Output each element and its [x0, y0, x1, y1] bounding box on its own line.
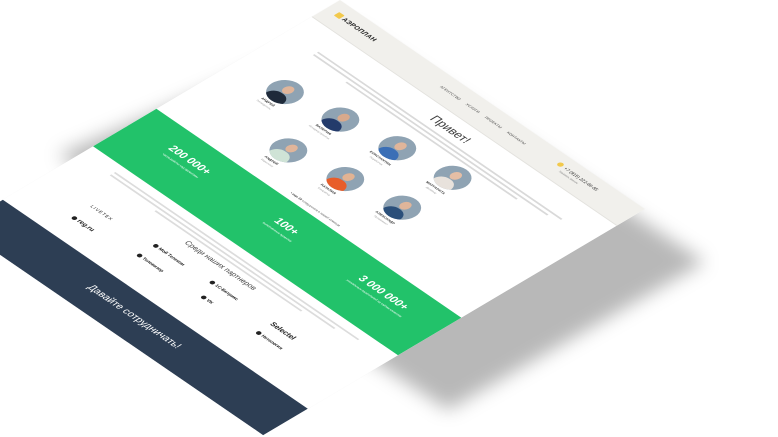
nav-agency[interactable]: АГЕНТСТВО	[439, 85, 462, 101]
logo-text: АЭРОПЛАН	[339, 17, 378, 43]
stat-value: 200 000+	[165, 143, 215, 177]
nav-contacts[interactable]: КОНТАКТЫ	[506, 131, 528, 146]
partner-logo[interactable]: Телевизор	[135, 253, 165, 273]
partner-logo-text: Нетология	[259, 334, 284, 351]
team-member[interactable]: ВАЛЕРИЯ Менеджер проектов	[297, 97, 375, 147]
team-caption-count: • еще 10	[289, 191, 304, 201]
partner-logo[interactable]: Мой Телеком	[151, 243, 186, 267]
nav-services[interactable]: УСЛУГИ	[465, 103, 482, 114]
mockup-scene: АЭРОПЛАН АГЕНТСТВО УСЛУГИ ПРОЕКТЫ КОНТАК…	[0, 0, 778, 437]
partner-logo[interactable]: LIVETEX	[88, 205, 114, 222]
stat-visitors: 3 000 000+ уникальных посетителей на сай…	[330, 261, 431, 329]
stat-value: 100+	[270, 215, 303, 237]
phone-icon	[555, 161, 566, 168]
partner-logo-text: Мой Телеком	[156, 247, 186, 267]
nav-projects[interactable]: ПРОЕКТЫ	[484, 116, 504, 129]
partner-logo-text: 1С-Битрикс	[212, 283, 240, 302]
stat-hours: 200 000+ часов работы над проектами	[136, 128, 237, 196]
partner-logo[interactable]: VK	[199, 294, 215, 306]
partner-logo[interactable]: 1С-Битрикс	[208, 280, 240, 302]
stat-projects: 100+ выполненных проектов	[233, 194, 334, 262]
partner-logo-text: Телевизор	[140, 256, 165, 274]
partner-logo-text: reg.ru	[75, 218, 96, 233]
partner-logo-text: VK	[204, 298, 215, 306]
team-member[interactable]: АЛЕКСАНДР Программист	[359, 185, 437, 235]
team-member[interactable]: НАТАЛИЯ Копирайтер	[302, 157, 380, 207]
partner-logo[interactable]: reg.ru	[70, 215, 96, 233]
partner-logo[interactable]: Selectel	[268, 321, 298, 341]
stat-value: 3 000 000+	[355, 273, 413, 312]
